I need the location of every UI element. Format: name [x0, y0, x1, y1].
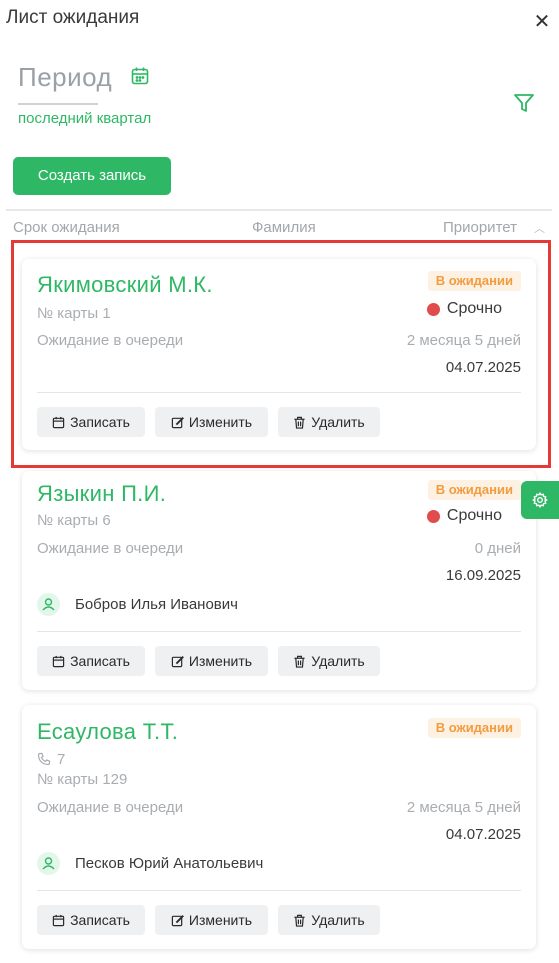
- phone-value: 7: [57, 751, 66, 768]
- trash-icon: [294, 914, 305, 927]
- book-button-label: Записать: [70, 912, 130, 928]
- edit-button-label: Изменить: [188, 414, 253, 430]
- calendar-icon: [52, 914, 65, 927]
- settings-button[interactable]: [521, 481, 559, 519]
- status-badge: В ожидании: [427, 271, 521, 291]
- wait-label: Ожидание в очереди: [37, 540, 184, 557]
- edit-icon: [171, 915, 184, 927]
- doctor-avatar: [37, 852, 60, 875]
- wait-date: 16.09.2025: [445, 567, 521, 584]
- gear-icon: [532, 492, 548, 508]
- priority-label: Срочно: [446, 507, 502, 524]
- edit-button[interactable]: Изменить: [155, 646, 268, 676]
- status-badge: В ожидании: [427, 480, 521, 500]
- patient-name: Есаулова Т.Т.: [37, 719, 179, 744]
- panel-header: Лист ожидания ✕: [0, 0, 559, 40]
- close-icon[interactable]: ✕: [532, 12, 552, 32]
- trash-icon: [294, 655, 305, 668]
- delete-button[interactable]: Удалить: [278, 905, 380, 935]
- user-icon: [42, 598, 55, 611]
- delete-button-label: Удалить: [311, 414, 365, 430]
- wait-label: Ожидание в очереди: [37, 799, 184, 816]
- urgent-dot-icon: [427, 510, 440, 523]
- card-number: № карты 129: [37, 771, 128, 788]
- delete-button[interactable]: Удалить: [278, 407, 380, 437]
- waitlist-card[interactable]: Языкин П.И. В ожидании Срочно № карты 6 …: [22, 471, 536, 690]
- card-divider: [37, 392, 521, 393]
- column-wait-time[interactable]: Срок ожидания: [13, 219, 120, 236]
- book-button[interactable]: Записать: [37, 905, 145, 935]
- period-value[interactable]: последний квартал: [18, 110, 151, 127]
- book-button-label: Записать: [70, 414, 130, 430]
- status-badge: В ожидании: [427, 718, 521, 738]
- calendar-icon[interactable]: [130, 66, 150, 86]
- sort-up-icon[interactable]: ︿: [534, 220, 545, 236]
- edit-button[interactable]: Изменить: [155, 905, 268, 935]
- waitlist-card[interactable]: Есаулова Т.Т. В ожидании 7 № карты 129 О…: [22, 705, 536, 949]
- user-icon: [42, 857, 55, 870]
- card-number: № карты 6: [37, 512, 111, 529]
- column-surname[interactable]: Фамилия: [252, 219, 316, 236]
- wait-duration: 2 месяца 5 дней: [406, 332, 521, 349]
- edit-icon: [171, 417, 184, 429]
- create-record-button[interactable]: Создать запись: [13, 157, 171, 195]
- patient-phone: 7: [37, 751, 65, 768]
- doctor-name: Песков Юрий Анатольевич: [75, 855, 264, 872]
- card-divider: [37, 890, 521, 891]
- filter-icon[interactable]: [512, 92, 536, 114]
- card-divider: [37, 631, 521, 632]
- wait-date: 04.07.2025: [445, 359, 521, 376]
- edit-button-label: Изменить: [188, 912, 253, 928]
- doctor-avatar: [37, 593, 60, 616]
- wait-duration: 0 дней: [474, 540, 521, 557]
- trash-icon: [294, 416, 305, 429]
- edit-button-label: Изменить: [188, 653, 253, 669]
- urgent-dot-icon: [427, 303, 440, 316]
- patient-name: Языкин П.И.: [37, 481, 167, 506]
- book-button[interactable]: Записать: [37, 407, 145, 437]
- period-label: Период: [18, 62, 113, 92]
- patient-name: Якимовский М.К.: [37, 272, 213, 297]
- column-headers: Срок ожидания Фамилия Приоритет ︿: [6, 209, 552, 239]
- edit-icon: [171, 656, 184, 668]
- calendar-icon: [52, 655, 65, 668]
- calendar-icon: [52, 416, 65, 429]
- wait-label: Ожидание в очереди: [37, 332, 184, 349]
- wait-duration: 2 месяца 5 дней: [406, 799, 521, 816]
- phone-icon: [37, 752, 51, 766]
- panel-title: Лист ожидания: [6, 7, 140, 28]
- column-priority[interactable]: Приоритет: [443, 219, 517, 236]
- book-button-label: Записать: [70, 653, 130, 669]
- edit-button[interactable]: Изменить: [155, 407, 268, 437]
- book-button[interactable]: Записать: [37, 646, 145, 676]
- wait-date: 04.07.2025: [445, 826, 521, 843]
- waitlist-card[interactable]: Якимовский М.К. В ожидании Срочно № карт…: [22, 259, 536, 450]
- delete-button-label: Удалить: [311, 653, 365, 669]
- doctor-name: Бобров Илья Иванович: [75, 596, 238, 613]
- period-underline: [18, 103, 98, 105]
- priority-label: Срочно: [446, 300, 502, 317]
- card-number: № карты 1: [37, 305, 111, 322]
- period-selector[interactable]: Период: [18, 62, 149, 93]
- delete-button-label: Удалить: [311, 912, 365, 928]
- delete-button[interactable]: Удалить: [278, 646, 380, 676]
